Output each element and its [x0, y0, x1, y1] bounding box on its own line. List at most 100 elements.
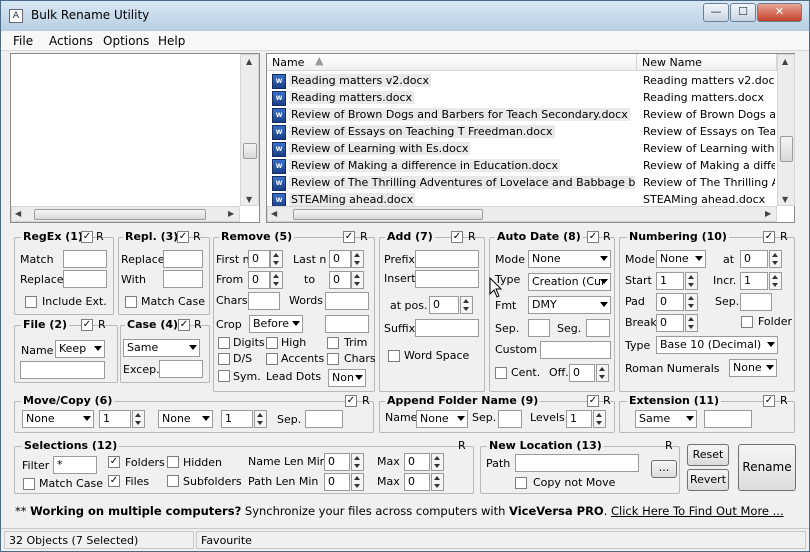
lead-dots-select[interactable]: Non — [328, 369, 366, 387]
start-input[interactable]: 1 — [656, 272, 684, 290]
files-checkbox[interactable]: ✓ — [108, 475, 120, 487]
break-spinner[interactable] — [685, 314, 698, 332]
cent-checkbox[interactable] — [495, 367, 507, 379]
crop-input[interactable] — [325, 315, 369, 333]
add-reset[interactable]: R — [468, 230, 476, 243]
regex-enable-checkbox[interactable]: ✓ — [81, 231, 93, 243]
scroll-left-icon[interactable]: ◀ — [15, 209, 21, 219]
numbering-at-spinner[interactable] — [769, 250, 782, 268]
revert-button[interactable]: Revert — [687, 469, 729, 491]
appendfolder-enable-checkbox[interactable]: ✓ — [587, 395, 599, 407]
name-len-min-input[interactable]: 0 — [324, 453, 350, 471]
autodate-type-select[interactable]: Creation (Cur — [528, 273, 611, 291]
off-spinner[interactable] — [596, 364, 609, 382]
to-input[interactable]: 0 — [329, 271, 351, 289]
hidden-checkbox[interactable] — [167, 456, 179, 468]
last-n-spinner[interactable] — [351, 250, 364, 268]
subfolders-checkbox[interactable] — [167, 475, 179, 487]
at-pos-input[interactable]: 0 — [429, 296, 459, 314]
high-checkbox[interactable] — [266, 337, 278, 349]
path-len-max-spinner[interactable] — [431, 473, 444, 491]
list-hscroll-thumb[interactable] — [293, 209, 483, 220]
autodate-seg-input[interactable] — [586, 319, 610, 337]
sel-match-case-checkbox[interactable] — [23, 478, 35, 490]
extension-enable-checkbox[interactable]: ✓ — [763, 395, 775, 407]
repl-enable-checkbox[interactable]: ✓ — [177, 231, 189, 243]
movecopy-num2-spinner[interactable] — [254, 410, 267, 428]
repl-match-case-checkbox[interactable] — [125, 296, 137, 308]
name-len-max-spinner[interactable] — [431, 453, 444, 471]
rename-button[interactable]: Rename — [738, 444, 796, 491]
table-row[interactable]: W Reading matters.docx Reading matters.doc… — [267, 90, 777, 107]
file-list[interactable]: Name ▲ New Name W Reading matters v2.docx R… — [266, 53, 795, 223]
autodate-enable-checkbox[interactable]: ✓ — [587, 231, 599, 243]
folder-tree[interactable]: ▲ ▼ ◀ ▶ — [10, 53, 260, 223]
extension-input[interactable] — [704, 410, 752, 428]
table-row[interactable]: W Reading matters v2.docx Reading matters … — [267, 73, 777, 90]
menu-file[interactable]: File — [13, 34, 33, 48]
path-len-min-spinner[interactable] — [351, 473, 364, 491]
movecopy-num1-input[interactable]: 1 — [99, 410, 131, 428]
at-pos-spinner[interactable] — [460, 296, 473, 314]
chars-input[interactable] — [248, 292, 280, 310]
col-header-name[interactable]: Name ▲ — [267, 54, 637, 71]
numbering-sep-input[interactable] — [740, 293, 772, 311]
movecopy-num2-input[interactable]: 1 — [221, 410, 253, 428]
case-excep-input[interactable] — [159, 360, 203, 378]
path-input[interactable] — [515, 454, 639, 472]
words-input[interactable] — [325, 292, 369, 310]
case-select[interactable]: Same — [123, 339, 200, 357]
list-hscrollbar[interactable]: ◀ ▶ — [267, 206, 777, 222]
selections-reset[interactable]: R — [458, 439, 466, 452]
file-name-select[interactable]: Keep — [55, 340, 105, 358]
path-len-min-input[interactable]: 0 — [324, 473, 350, 491]
close-button[interactable]: ✕ — [757, 3, 802, 22]
remove-enable-checkbox[interactable]: ✓ — [343, 231, 355, 243]
table-row[interactable]: W Review of The Thrilling Adventures of L… — [267, 175, 777, 192]
tree-hscrollbar[interactable]: ◀ ▶ — [11, 206, 240, 222]
tree-vscroll-thumb[interactable] — [243, 143, 257, 159]
appendfolder-reset[interactable]: R — [603, 394, 611, 407]
scroll-down-icon[interactable]: ▼ — [246, 195, 252, 205]
numbering-enable-checkbox[interactable]: ✓ — [763, 231, 775, 243]
levels-input[interactable]: 1 — [566, 410, 592, 428]
last-n-input[interactable]: 0 — [329, 250, 351, 268]
movecopy-select1[interactable]: None — [22, 410, 94, 428]
autodate-reset[interactable]: R — [603, 230, 611, 243]
reset-button[interactable]: Reset — [687, 444, 729, 466]
file-reset[interactable]: R — [98, 318, 106, 331]
appendfolder-sep-input[interactable] — [498, 410, 522, 428]
maximize-button[interactable]: ☐ — [730, 3, 756, 22]
menu-help[interactable]: Help — [158, 34, 185, 48]
include-ext-checkbox[interactable] — [25, 296, 37, 308]
folder-checkbox[interactable] — [741, 316, 753, 328]
trim-checkbox[interactable] — [327, 337, 339, 349]
pad-input[interactable]: 0 — [656, 293, 684, 311]
list-vscrollbar[interactable]: ▲ ▼ — [777, 54, 795, 206]
name-len-min-spinner[interactable] — [351, 453, 364, 471]
list-vscroll-thumb[interactable] — [780, 136, 793, 162]
col-header-new-name[interactable]: New Name — [637, 54, 777, 71]
numbering-reset[interactable]: R — [780, 230, 788, 243]
break-input[interactable]: 0 — [656, 314, 684, 332]
case-reset[interactable]: R — [194, 318, 202, 331]
prefix-input[interactable] — [415, 250, 479, 268]
newlocation-reset[interactable]: R — [665, 439, 673, 452]
copy-not-move-checkbox[interactable] — [515, 477, 527, 489]
crop-select[interactable]: Before — [249, 315, 303, 333]
insert-input[interactable] — [415, 270, 479, 288]
start-spinner[interactable] — [685, 272, 698, 290]
tree-vscrollbar[interactable]: ▲ ▼ — [240, 54, 259, 206]
case-enable-checkbox[interactable]: ✓ — [178, 319, 190, 331]
ds-checkbox[interactable] — [218, 353, 230, 365]
movecopy-sep-input[interactable] — [305, 410, 343, 428]
table-row[interactable]: W Review of Making a difference in Educat… — [267, 158, 777, 175]
first-n-spinner[interactable] — [270, 250, 283, 268]
to-spinner[interactable] — [351, 271, 364, 289]
movecopy-select2[interactable]: None — [158, 410, 213, 428]
repl-reset[interactable]: R — [193, 230, 201, 243]
table-row[interactable]: W Review of Brown Dogs and Barbers for Te… — [267, 107, 777, 124]
scroll-up-icon[interactable]: ▲ — [246, 57, 252, 67]
autodate-mode-select[interactable]: None — [528, 250, 611, 268]
sym-checkbox[interactable] — [218, 370, 230, 382]
